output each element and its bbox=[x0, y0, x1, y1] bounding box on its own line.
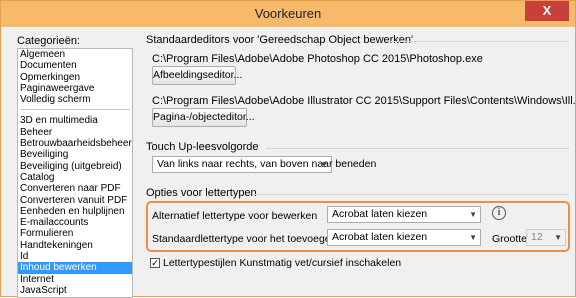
font-styles-label: Lettertypestijlen Kunstmatig vet/cursief… bbox=[163, 257, 402, 269]
category-item[interactable]: Volledig scherm bbox=[18, 94, 132, 105]
categories-list[interactable]: Algemeen Documenten Opmerkingen Paginaweerg… bbox=[17, 48, 133, 298]
size-value: 12 bbox=[531, 231, 543, 243]
category-item[interactable]: Documenten bbox=[18, 60, 132, 71]
info-icon[interactable]: i bbox=[492, 206, 506, 220]
category-item[interactable]: Catalog bbox=[18, 172, 132, 183]
category-item[interactable]: Paginaweergave bbox=[18, 83, 132, 94]
image-editor-button[interactable]: Afbeeldingseditor... bbox=[152, 66, 242, 85]
category-item[interactable]: Converteren naar PDF bbox=[18, 183, 132, 194]
size-label: Grootte bbox=[492, 233, 528, 245]
category-item[interactable]: Beheer bbox=[18, 127, 132, 138]
category-item[interactable]: Beveiliging (uitgebreid) bbox=[18, 161, 132, 172]
alt-font-value: Acrobat laten kiezen bbox=[332, 208, 428, 220]
preferences-window: Voorkeuren X Categorieën: Algemeen Docume… bbox=[0, 0, 576, 298]
category-item[interactable]: 3D en multimedia bbox=[18, 115, 132, 126]
chevron-down-icon: ▼ bbox=[469, 210, 477, 219]
size-select[interactable]: 12 ▼ bbox=[526, 229, 566, 246]
page-editor-button[interactable]: Pagina-/objecteditor... bbox=[152, 108, 255, 127]
category-item[interactable]: Opmerkingen bbox=[18, 72, 132, 83]
category-separator bbox=[18, 105, 132, 115]
category-item[interactable]: Internet bbox=[18, 274, 132, 285]
fonts-group-title: Opties voor lettertypen bbox=[146, 187, 257, 199]
touchup-group-title: Touch Up-leesvolgorde bbox=[146, 141, 259, 153]
category-item[interactable]: Converteren vanuit PDF bbox=[18, 195, 132, 206]
category-item[interactable]: Eenheden en hulplijnen bbox=[18, 206, 132, 217]
alt-font-label: Alternatief lettertype voor bewerken bbox=[152, 210, 318, 222]
category-item[interactable]: Betrouwbaarheidsbeheer bbox=[18, 138, 132, 149]
std-font-select[interactable]: Acrobat laten kiezen ▼ bbox=[327, 229, 481, 246]
font-styles-checkbox[interactable]: ✓ bbox=[150, 258, 160, 268]
fonts-group-divider bbox=[254, 194, 569, 195]
editors-group-divider bbox=[387, 41, 569, 42]
chevron-down-icon: ▼ bbox=[554, 233, 562, 242]
window-title: Voorkeuren bbox=[254, 6, 322, 21]
alt-font-select[interactable]: Acrobat laten kiezen ▼ bbox=[327, 206, 481, 223]
category-item[interactable]: JavaScript bbox=[18, 285, 132, 296]
chevron-down-icon: ▼ bbox=[320, 160, 328, 169]
reading-order-select[interactable]: Van links naar rechts, van boven naar be… bbox=[152, 156, 376, 173]
chevron-down-icon: ▼ bbox=[469, 233, 477, 242]
category-item[interactable]: Algemeen bbox=[18, 49, 132, 60]
category-item[interactable]: Handtekeningen bbox=[18, 240, 132, 251]
image-editor-path: C:\Program Files\Adobe\Adobe Photoshop C… bbox=[152, 53, 483, 65]
category-item[interactable]: E-mailaccounts bbox=[18, 217, 132, 228]
category-item[interactable]: Inhoud bewerken bbox=[18, 262, 132, 274]
category-item[interactable]: Id bbox=[18, 251, 132, 262]
categories-label: Categorieën: bbox=[17, 35, 80, 47]
std-font-value: Acrobat laten kiezen bbox=[332, 231, 428, 243]
close-button[interactable]: X bbox=[525, 1, 569, 21]
category-item[interactable]: Beveiliging bbox=[18, 149, 132, 160]
reading-order-value: Van links naar rechts, van boven naar be… bbox=[157, 158, 377, 170]
editors-group-title: Standaardeditors voor 'Gereedschap Objec… bbox=[146, 34, 414, 46]
category-item[interactable]: Formulieren bbox=[18, 228, 132, 239]
title-bar: Voorkeuren X bbox=[1, 1, 575, 27]
touchup-group-divider bbox=[266, 148, 569, 149]
page-editor-path: C:\Program Files\Adobe\Adobe Illustrator… bbox=[152, 95, 576, 107]
